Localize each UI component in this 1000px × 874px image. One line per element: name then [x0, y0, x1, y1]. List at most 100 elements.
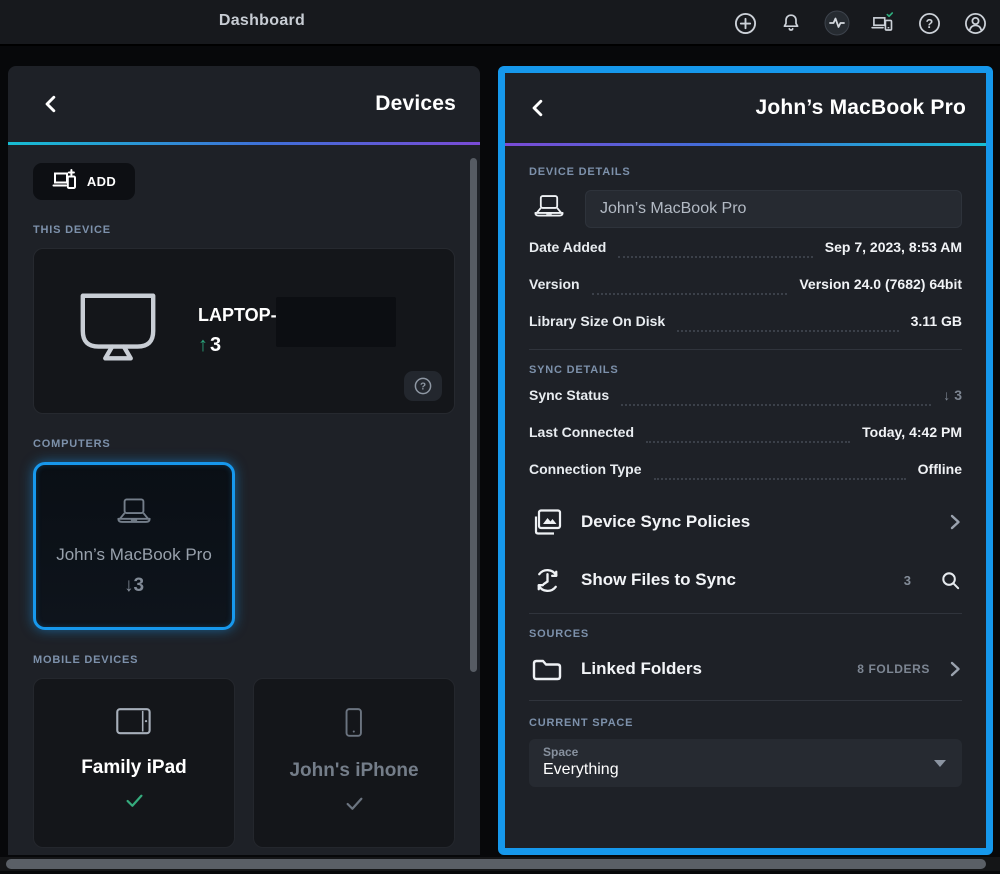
- section-divider: [529, 349, 962, 350]
- download-arrow-icon: ↓: [943, 387, 950, 403]
- page-title: Dashboard: [219, 12, 305, 30]
- device-detail-title: John’s MacBook Pro: [755, 96, 966, 120]
- device-detail-panel: John’s MacBook Pro DEVICE DETAILS Date A…: [498, 66, 993, 855]
- search-icon[interactable]: [939, 569, 962, 592]
- device-name-input[interactable]: [585, 190, 962, 228]
- activity-pulse-icon[interactable]: [824, 10, 850, 36]
- tablet-icon: [115, 707, 153, 741]
- space-selected-value: Everything: [543, 761, 948, 779]
- devices-panel: Devices ADD THIS DEVICE LAPTOP- ↑3 ?: [8, 66, 480, 855]
- top-bar: Dashboard ?: [0, 0, 1000, 46]
- devices-panel-header: Devices: [8, 66, 480, 142]
- redacted-name-block: [276, 297, 396, 347]
- dotted-leader: [677, 330, 898, 332]
- gradient-divider: [505, 143, 986, 146]
- dotted-leader: [592, 293, 788, 295]
- gradient-divider: [8, 142, 480, 145]
- svg-text:?: ?: [925, 16, 933, 30]
- laptop-icon: [529, 192, 569, 227]
- section-label-computers: COMPUTERS: [33, 438, 455, 450]
- detail-row-version: Version Version 24.0 (7682) 64bit: [529, 265, 962, 302]
- this-device-card[interactable]: LAPTOP- ↑3 ?: [33, 248, 455, 414]
- photos-stack-icon: [529, 507, 565, 538]
- chevron-right-icon: [948, 659, 962, 679]
- detail-value: Today, 4:42 PM: [862, 424, 962, 440]
- devices-synced-icon[interactable]: [870, 10, 896, 36]
- mobile-card-iphone[interactable]: John's iPhone: [253, 678, 455, 848]
- detail-value: Version 24.0 (7682) 64bit: [799, 276, 962, 292]
- folders-count-badge: 8 FOLDERS: [857, 662, 930, 676]
- dotted-leader: [654, 478, 906, 480]
- dotted-leader: [618, 256, 813, 258]
- device-sync-policies-label: Device Sync Policies: [581, 512, 750, 532]
- folder-icon: [529, 656, 565, 683]
- section-label-sources: SOURCES: [529, 628, 962, 640]
- horizontal-scrollbar-thumb[interactable]: [6, 859, 986, 869]
- dotted-leader: [646, 441, 850, 443]
- section-label-device-details: DEVICE DETAILS: [529, 166, 962, 178]
- files-to-sync-count: 3: [904, 573, 911, 588]
- detail-row-library-size: Library Size On Disk 3.11 GB: [529, 302, 962, 339]
- this-device-name: LAPTOP-: [198, 305, 277, 326]
- synced-check-icon: [125, 793, 144, 813]
- detail-label: Library Size On Disk: [529, 313, 665, 329]
- svg-text:?: ?: [420, 382, 426, 393]
- chevron-right-icon: [948, 512, 962, 532]
- mobile-card-ipad[interactable]: Family iPad: [33, 678, 235, 848]
- detail-label: Version: [529, 276, 580, 292]
- vertical-scrollbar-thumb[interactable]: [470, 158, 477, 672]
- dotted-leader: [621, 404, 931, 406]
- laptop-icon: [111, 496, 157, 533]
- detail-value: Sep 7, 2023, 8:53 AM: [825, 239, 962, 255]
- device-detail-header: John’s MacBook Pro: [505, 73, 986, 143]
- detail-label: Last Connected: [529, 424, 634, 440]
- this-device-sync-status: ↑3: [198, 334, 277, 357]
- mobile-card-name: John's iPhone: [289, 760, 418, 782]
- computer-card-macbook[interactable]: John’s MacBook Pro ↓3: [33, 462, 235, 630]
- section-label-sync-details: SYNC DETAILS: [529, 364, 962, 376]
- detail-value: 3.11 GB: [911, 313, 962, 329]
- section-divider: [529, 700, 962, 701]
- detail-label: Sync Status: [529, 387, 609, 403]
- computer-card-sync-status: ↓3: [124, 575, 144, 597]
- add-circle-icon[interactable]: [732, 10, 758, 36]
- detail-row-date-added: Date Added Sep 7, 2023, 8:53 AM: [529, 228, 962, 265]
- add-device-button[interactable]: ADD: [33, 163, 135, 200]
- detail-label: Date Added: [529, 239, 606, 255]
- computer-card-name: John’s MacBook Pro: [56, 545, 212, 565]
- sync-history-icon: [529, 564, 565, 597]
- sync-status-value: ↓3: [943, 387, 962, 403]
- detail-label: Connection Type: [529, 461, 642, 477]
- mobile-device-cards: Family iPad John's iPhone: [33, 678, 455, 848]
- detail-value: Offline: [918, 461, 962, 477]
- show-files-to-sync-row[interactable]: Show Files to Sync 3: [529, 551, 962, 609]
- linked-folders-label: Linked Folders: [581, 659, 702, 679]
- section-divider: [529, 613, 962, 614]
- linked-folders-row[interactable]: Linked Folders 8 FOLDERS: [529, 640, 962, 698]
- detail-row-sync-status: Sync Status ↓3: [529, 376, 962, 413]
- upload-arrow-icon: ↑: [198, 334, 208, 356]
- sync-pending-count: 3: [954, 387, 962, 403]
- topbar-icon-group: ?: [732, 0, 988, 46]
- phone-icon: [344, 707, 364, 744]
- add-device-label: ADD: [87, 174, 116, 189]
- horizontal-scrollbar-track[interactable]: [0, 857, 1000, 871]
- bell-icon[interactable]: [778, 10, 804, 36]
- section-label-this-device: THIS DEVICE: [33, 224, 455, 236]
- section-label-current-space: CURRENT SPACE: [529, 717, 962, 729]
- space-field-label: Space: [543, 745, 948, 759]
- account-icon[interactable]: [962, 10, 988, 36]
- section-label-mobile-devices: MOBILE DEVICES: [33, 654, 455, 666]
- help-icon[interactable]: ?: [916, 10, 942, 36]
- detail-row-connection-type: Connection Type Offline: [529, 450, 962, 487]
- help-badge-button[interactable]: ?: [404, 371, 442, 401]
- detail-row-last-connected: Last Connected Today, 4:42 PM: [529, 413, 962, 450]
- add-device-icon: [52, 169, 79, 195]
- devices-panel-title: Devices: [375, 92, 456, 116]
- back-icon[interactable]: [42, 95, 60, 113]
- back-icon[interactable]: [529, 99, 547, 117]
- this-device-info: LAPTOP- ↑3: [198, 305, 277, 357]
- space-select-dropdown[interactable]: Space Everything: [529, 739, 962, 787]
- show-files-to-sync-label: Show Files to Sync: [581, 570, 736, 590]
- device-sync-policies-row[interactable]: Device Sync Policies: [529, 493, 962, 551]
